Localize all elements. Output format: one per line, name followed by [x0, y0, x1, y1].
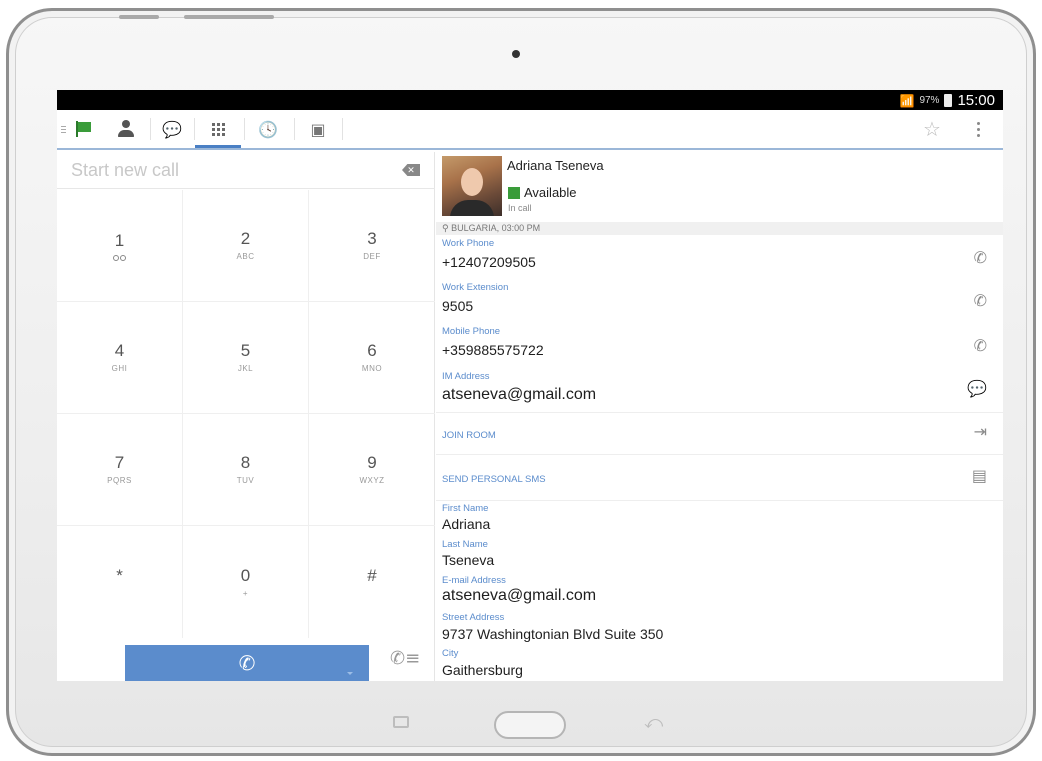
key-7[interactable]: 7 PQRS: [57, 414, 183, 526]
last-name-label: Last Name: [442, 539, 488, 550]
key-6[interactable]: 6 MNO: [309, 302, 435, 414]
keypad: 1 2 ABC 3 DEF 4 GHI 5 JKL 6 MNO 7 PQRS 8…: [57, 190, 435, 638]
overflow-menu-button[interactable]: [967, 110, 989, 148]
email-value[interactable]: atseneva@gmail.com: [442, 587, 596, 605]
join-room-link[interactable]: JOIN ROOM: [442, 430, 496, 441]
front-camera: [512, 50, 520, 58]
city-value: Gaithersburg: [442, 662, 523, 678]
mobile-label: Mobile Phone: [442, 326, 501, 337]
sms-icon[interactable]: ▤: [972, 466, 987, 485]
location-text: BULGARIA, 03:00 PM: [451, 223, 541, 233]
key-4[interactable]: 4 GHI: [57, 302, 183, 414]
work-phone-value[interactable]: +12407209505: [442, 254, 536, 270]
person-icon: [117, 120, 135, 138]
tab-chat[interactable]: 💬: [155, 110, 189, 148]
send-sms-link[interactable]: SEND PERSONAL SMS: [442, 474, 546, 485]
key-2[interactable]: 2 ABC: [183, 190, 309, 302]
email-label: E-mail Address: [442, 575, 506, 586]
im-label: IM Address: [442, 371, 490, 382]
phone-call-icon: ✆: [238, 651, 256, 675]
key-hash[interactable]: #: [309, 526, 435, 638]
recent-apps-icon[interactable]: [393, 716, 409, 728]
call-work-ext-icon[interactable]: ✆: [974, 291, 987, 310]
city-label: City: [442, 648, 459, 659]
key-8[interactable]: 8 TUV: [183, 414, 309, 526]
favorite-button[interactable]: ☆: [917, 110, 947, 148]
street-value: 9737 Washingtonian Blvd Suite 350: [442, 626, 664, 642]
call-mobile-icon[interactable]: ✆: [974, 336, 987, 355]
clock: 15:00: [957, 92, 995, 109]
battery-icon: [944, 94, 953, 107]
key-9[interactable]: 9 WXYZ: [309, 414, 435, 526]
star-icon: ☆: [923, 117, 941, 141]
work-ext-label: Work Extension: [442, 282, 509, 293]
first-name-value: Adriana: [442, 516, 491, 532]
last-name-value: Tseneva: [442, 552, 495, 568]
call-work-phone-icon[interactable]: ✆: [974, 248, 987, 267]
mobile-value[interactable]: +359885575722: [442, 342, 544, 358]
work-ext-value[interactable]: 9505: [442, 298, 473, 314]
join-room-icon[interactable]: ⇥: [974, 422, 987, 441]
home-button[interactable]: [494, 711, 566, 739]
contact-name: Adriana Tseneva: [507, 158, 604, 173]
kebab-icon: [976, 121, 980, 137]
history-icon: 🕓: [258, 119, 278, 139]
presence-flag-icon: [508, 186, 520, 199]
key-5[interactable]: 5 JKL: [183, 302, 309, 414]
screen: 📶 97% 15:00 💬 🕓 ▣ ☆ Start new call ✕ 1 2…: [57, 90, 1003, 681]
call-options-caret-icon: [347, 672, 353, 675]
volume-button: [119, 15, 159, 19]
wifi-icon: 📶: [899, 93, 915, 108]
dialpad-icon: [211, 122, 225, 136]
key-star[interactable]: *: [57, 526, 183, 638]
call-button[interactable]: ✆: [125, 645, 369, 681]
avatar: [442, 156, 502, 216]
voicemail-icon: ▣: [310, 119, 326, 139]
key-3[interactable]: 3 DEF: [309, 190, 435, 302]
flag-icon: [76, 121, 92, 137]
voicemail-key-icon: [113, 254, 126, 261]
chat-icon: 💬: [162, 119, 182, 139]
drawer-menu-icon[interactable]: [59, 110, 67, 148]
power-button: [184, 15, 274, 19]
active-tab-indicator: [195, 145, 241, 148]
availability: Available: [508, 185, 577, 200]
battery-percent: 97%: [919, 95, 940, 106]
back-icon[interactable]: ⤺: [644, 712, 663, 733]
im-value[interactable]: atseneva@gmail.com: [442, 386, 596, 404]
location-bar: ⚲ BULGARIA, 03:00 PM: [436, 222, 1003, 235]
first-name-label: First Name: [442, 503, 489, 514]
key-1[interactable]: 1: [57, 190, 183, 302]
call-log-button[interactable]: ✆≡: [390, 648, 420, 669]
dial-number-input[interactable]: Start new call: [71, 160, 421, 186]
dialer-pane: Start new call ✕ 1 2 ABC 3 DEF 4 GHI 5 J…: [57, 152, 435, 681]
tab-voicemail[interactable]: ▣: [300, 110, 336, 148]
status-detail: In call: [508, 203, 532, 213]
tab-contacts[interactable]: [111, 110, 141, 148]
app-toolbar: 💬 🕓 ▣ ☆: [57, 110, 1003, 150]
tab-presence[interactable]: [71, 110, 97, 148]
contact-details-pane: Adriana Tseneva Available In call ⚲ BULG…: [436, 152, 1003, 681]
work-phone-label: Work Phone: [442, 238, 495, 249]
tab-history[interactable]: 🕓: [250, 110, 286, 148]
status-bar: 📶 97% 15:00: [57, 90, 1003, 110]
chat-icon[interactable]: 💬: [967, 379, 987, 398]
key-0[interactable]: 0 +: [183, 526, 309, 638]
tab-dialpad[interactable]: [200, 110, 236, 148]
street-label: Street Address: [442, 612, 505, 623]
availability-text: Available: [524, 185, 577, 200]
